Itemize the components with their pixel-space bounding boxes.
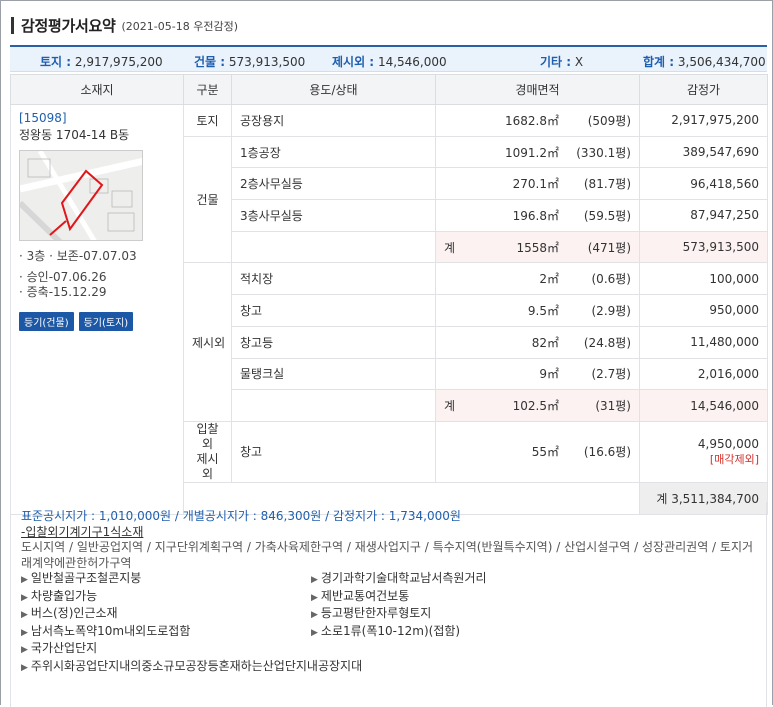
appraisal-table: 소재지 구분 용도/상태 경매면적 감정가 [15098] 정왕동 1704-1… bbox=[10, 74, 768, 515]
header-area: 경매면적 bbox=[435, 74, 640, 105]
price-cell: 11,480,000 bbox=[639, 325, 768, 359]
summary-total: 합계 : 3,506,434,700 bbox=[643, 55, 766, 69]
title-marker bbox=[11, 16, 14, 34]
area-cell: 270.1㎡ (81.7평) bbox=[435, 167, 640, 201]
postal-code: [15098] bbox=[19, 111, 67, 125]
category-bid-excluded: 입찰외 제시외 bbox=[183, 420, 232, 483]
category-excluded: 제시외 bbox=[183, 262, 232, 422]
title-sub: (2021-05-18 우전감정) bbox=[121, 20, 239, 33]
use-cell: 물탱크실 bbox=[231, 357, 436, 391]
use-cell bbox=[231, 389, 436, 422]
list-item: ▶ 경기과학기술대학교남서측원거리 bbox=[311, 571, 487, 585]
category-building: 건물 bbox=[183, 135, 232, 264]
feature-list: ▶ 일반철골구조철콘지붕 ▶ 경기과학기술대학교남서측원거리 ▶ 차량출입가능 ▶ 제반… bbox=[21, 571, 756, 676]
area-cell: 1091.2㎡ (330.1평) bbox=[435, 135, 640, 169]
price-summary-bar: 토지 : 2,917,975,200 건물 : 573,913,500 제시외 … bbox=[10, 45, 767, 72]
building-info: · 3층 · 보존-07.07.03 · 승인-07.06.26 · 증축-15… bbox=[19, 249, 175, 300]
area-cell: 196.8㎡ (59.5평) bbox=[435, 199, 640, 232]
address: 정왕동 1704-14 B동 bbox=[19, 128, 130, 142]
area-subtotal-cell: 계 102.5㎡ (31평) bbox=[435, 389, 640, 422]
use-cell: 3층사무실등 bbox=[231, 199, 436, 232]
area-cell: 2㎡ (0.6평) bbox=[435, 262, 640, 296]
price-cell: 389,547,690 bbox=[639, 135, 768, 169]
table-row: [15098] 정왕동 1704-14 B동 · 3층 · 보존-07.07.0… bbox=[10, 104, 768, 515]
title-main: 감정평가서요약 bbox=[21, 16, 116, 35]
price-cell: 87,947,250 bbox=[639, 199, 768, 232]
list-item: ▶ 등고평탄한자루형토지 bbox=[311, 606, 432, 620]
use-cell: 공장용지 bbox=[231, 104, 436, 137]
price-cell: 2,917,975,200 bbox=[639, 104, 768, 137]
land-price-line: 표준공시지가 : 1,010,000원 / 개별공시지가 : 846,300원 … bbox=[21, 509, 461, 523]
price-subtotal-cell: 14,546,000 bbox=[639, 389, 768, 422]
area-cell: 55㎡ (16.6평) bbox=[435, 420, 640, 483]
price-value: 4,950,000 bbox=[697, 436, 759, 451]
table-header-row: 소재지 구분 용도/상태 경매면적 감정가 bbox=[10, 74, 768, 105]
appraisal-summary-panel: 감정평가서요약 (2021-05-18 우전감정) 토지 : 2,917,975… bbox=[0, 0, 773, 707]
location-cell: [15098] 정왕동 1704-14 B동 · 3층 · 보존-07.07.0… bbox=[10, 104, 184, 515]
registry-building-button[interactable]: 등기(건물) bbox=[19, 312, 74, 331]
registry-buttons: 등기(건물) 등기(토지) bbox=[19, 312, 175, 331]
area-cell: 1682.8㎡ (509평) bbox=[435, 104, 640, 137]
use-cell: 적치장 bbox=[231, 262, 436, 296]
summary-building: 건물 : 573,913,500 bbox=[194, 55, 306, 69]
note-machinery: -입찰외기계기구1식소재 bbox=[21, 524, 144, 539]
area-cell: 9㎡ (2.7평) bbox=[435, 357, 640, 391]
list-item: ▶ 일반철골구조철콘지붕 bbox=[21, 571, 142, 585]
use-cell: 창고 bbox=[231, 420, 436, 483]
list-item: ▶ 버스(정)인근소재 bbox=[21, 606, 118, 620]
area-cell: 9.5㎡ (2.9평) bbox=[435, 294, 640, 327]
list-item: ▶ 제반교통여건보통 bbox=[311, 588, 410, 603]
location-map-thumbnail[interactable] bbox=[19, 150, 143, 241]
use-cell: 창고 bbox=[231, 294, 436, 327]
area-cell: 82㎡ (24.8평) bbox=[435, 325, 640, 359]
summary-other: 기타 : X bbox=[540, 55, 584, 69]
header-price: 감정가 bbox=[639, 74, 768, 105]
use-cell: 창고등 bbox=[231, 325, 436, 359]
list-item: ▶ 소로1류(폭10-12m)(접함) bbox=[311, 623, 461, 638]
excluded-sale-badge: [매각제외] bbox=[709, 452, 759, 466]
price-cell: 4,950,000 [매각제외] bbox=[639, 420, 768, 483]
header-location: 소재지 bbox=[10, 74, 184, 105]
list-item: ▶ 차량출입가능 bbox=[21, 588, 98, 603]
use-cell: 2층사무실등 bbox=[231, 167, 436, 201]
price-subtotal-cell: 573,913,500 bbox=[639, 230, 768, 264]
info-line: · 승인-07.06.26 bbox=[19, 270, 107, 284]
price-cell: 96,418,560 bbox=[639, 167, 768, 201]
info-line: · 3층 · 보존-07.07.03 bbox=[19, 249, 137, 263]
info-line: · 증축-15.12.29 bbox=[19, 285, 107, 299]
summary-land: 토지 : 2,917,975,200 bbox=[40, 55, 163, 69]
header-use: 용도/상태 bbox=[231, 74, 436, 105]
price-cell: 100,000 bbox=[639, 262, 768, 296]
zoning-text: 도시지역 / 일반공업지역 / 지구단위계획구역 / 가축사육제한구역 / 재생… bbox=[21, 540, 754, 570]
summary-excluded: 제시외 : 14,546,000 bbox=[332, 55, 447, 69]
use-cell: 1층공장 bbox=[231, 135, 436, 169]
price-cell: 2,016,000 bbox=[639, 357, 768, 391]
section-title: 감정평가서요약 (2021-05-18 우전감정) bbox=[11, 15, 238, 35]
list-item: ▶ 남서측노폭약10m내외도로접함 bbox=[21, 623, 191, 638]
use-cell bbox=[231, 230, 436, 264]
list-item: ▶ 국가산업단지 bbox=[21, 641, 98, 655]
map-image bbox=[20, 151, 142, 240]
list-item: ▶ 주위시화공업단지내의중소규모공장등혼재하는산업단지내공장지대 bbox=[21, 658, 363, 673]
area-subtotal-cell: 계 1558㎡ (471평) bbox=[435, 230, 640, 264]
appraisal-notes: 표준공시지가 : 1,010,000원 / 개별공시지가 : 846,300원 … bbox=[10, 502, 767, 707]
list-item-empty bbox=[311, 641, 601, 659]
header-category: 구분 bbox=[183, 74, 232, 105]
registry-land-button[interactable]: 등기(토지) bbox=[78, 312, 134, 331]
category-land: 토지 bbox=[183, 104, 232, 137]
price-cell: 950,000 bbox=[639, 294, 768, 327]
